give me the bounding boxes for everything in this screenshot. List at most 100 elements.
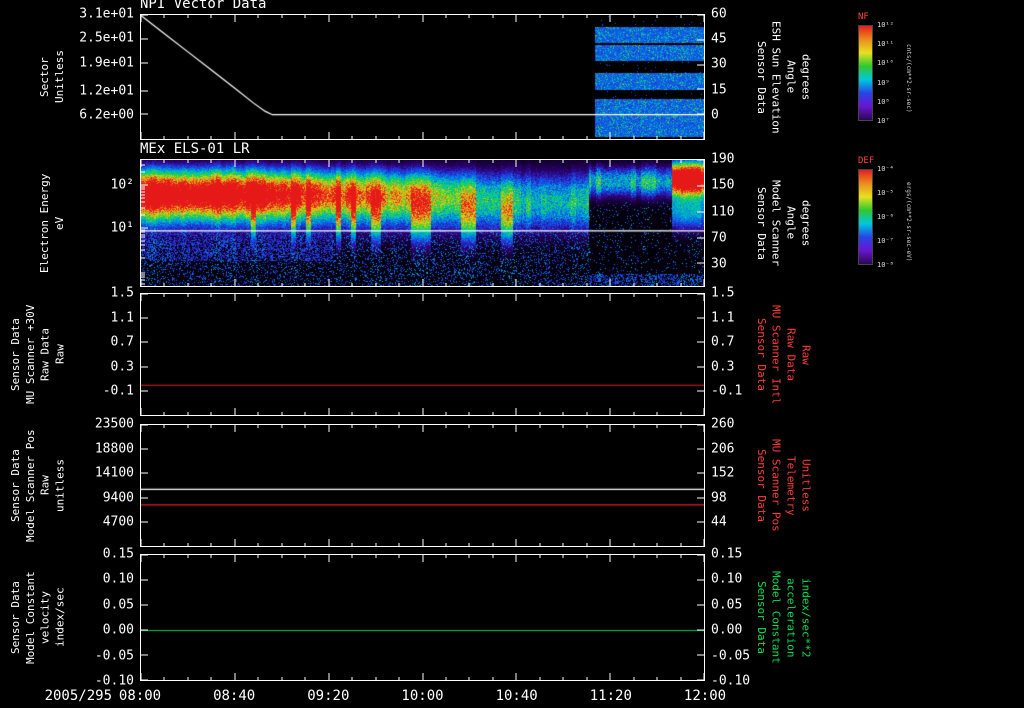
time-tick-mark xyxy=(210,136,212,139)
time-tick-mark xyxy=(562,160,564,163)
time-tick-mark xyxy=(468,412,470,415)
axis-tick-label: 0.00 xyxy=(711,622,743,638)
axis-tick-label: 190 xyxy=(711,151,735,167)
colorbar-tick-label: 10¹⁰ xyxy=(877,59,894,68)
axis-tick-label: 1.1 xyxy=(110,310,134,326)
time-tick-mark xyxy=(445,136,447,139)
time-tick-mark xyxy=(633,283,635,286)
tick-mark xyxy=(697,88,704,90)
time-tick-mark xyxy=(445,412,447,415)
left-axis-tick-labels: 0.15 0.10 0.05 0.00 -0.05 -0.10 xyxy=(64,547,134,689)
time-tick-mark xyxy=(539,136,541,139)
time-tick-mark xyxy=(680,160,682,163)
time-tick-mark xyxy=(539,283,541,286)
time-tick-mark xyxy=(210,677,212,680)
tick-mark xyxy=(141,164,145,166)
left-axis-label: Sensor Data MU Scanner +30V Raw Data Raw xyxy=(8,304,67,405)
tick-mark xyxy=(141,274,145,276)
tick-mark xyxy=(141,236,145,238)
time-tick-mark xyxy=(680,136,682,139)
time-tick-mark xyxy=(163,294,165,297)
colorbar-tick-label: 10⁻⁸ xyxy=(877,261,894,269)
colorbar-title: NF xyxy=(858,12,869,22)
time-tick-mark xyxy=(163,15,165,18)
time-tick-mark xyxy=(234,15,236,22)
time-tick-mark xyxy=(281,555,283,558)
time-tick-mark xyxy=(257,283,259,286)
axis-tick-label: 0.7 xyxy=(110,334,134,350)
axis-tick-label: 18800 xyxy=(94,441,134,457)
time-tick-mark xyxy=(492,283,494,286)
axis-tick-label: 1.2e+01 xyxy=(79,83,134,99)
time-tick-mark xyxy=(351,543,353,546)
tick-mark xyxy=(141,188,145,190)
tick-mark xyxy=(141,244,145,246)
axis-tick-label: 0.10 xyxy=(711,571,743,587)
axis-tick-label: 1.9e+01 xyxy=(79,55,134,71)
time-tick-mark xyxy=(257,160,259,163)
panel-model-scanner-pos: 23500 18800 14100 9400 4700 260 206 152 98 44 Se… xyxy=(9,417,812,547)
tick-mark xyxy=(141,341,148,343)
time-tick-mark xyxy=(422,408,423,415)
tick-mark xyxy=(141,604,148,606)
axis-tick-label: 1.1 xyxy=(711,310,735,326)
time-tick-mark xyxy=(492,136,494,139)
time-tick-mark xyxy=(163,283,165,286)
time-tick-mark xyxy=(187,283,189,286)
time-tick-mark xyxy=(422,279,423,286)
tick-mark xyxy=(141,448,148,450)
tick-mark xyxy=(141,191,145,193)
time-tick-mark xyxy=(234,132,236,139)
time-tick-mark xyxy=(304,283,306,286)
time-tick-mark xyxy=(351,283,353,286)
time-tick-mark xyxy=(515,673,517,680)
tick-mark xyxy=(141,240,145,242)
axis-tick-label: -0.1 xyxy=(711,383,743,399)
time-tick-mark xyxy=(562,283,564,286)
tick-mark xyxy=(141,186,145,188)
time-tick-mark xyxy=(445,543,447,546)
time-tick-mark xyxy=(586,294,588,297)
time-tick-mark xyxy=(257,425,259,428)
time-tick-mark xyxy=(680,412,682,415)
time-tick-mark xyxy=(187,677,189,680)
time-tick-mark xyxy=(398,136,400,139)
time-tick-mark xyxy=(210,294,212,297)
axis-tick-label: 152 xyxy=(711,465,735,481)
time-tick-mark xyxy=(163,136,165,139)
time-tick-mark xyxy=(163,425,165,428)
tick-mark xyxy=(141,231,145,233)
time-tick-mark xyxy=(328,408,330,415)
time-tick-mark xyxy=(539,425,541,428)
time-tick-mark xyxy=(492,543,494,546)
time-tick-mark xyxy=(210,283,212,286)
time-tick-mark xyxy=(680,555,682,558)
time-tick-mark xyxy=(539,677,541,680)
line-overlay-canvas xyxy=(141,294,704,415)
time-tick-mark xyxy=(468,543,470,546)
tick-mark xyxy=(141,472,148,474)
time-tick-mark xyxy=(422,132,423,139)
time-tick-mark xyxy=(140,555,142,562)
time-tick-mark xyxy=(398,15,400,18)
plot-area xyxy=(140,424,705,547)
time-tick-mark xyxy=(328,132,330,139)
tick-mark xyxy=(141,194,145,196)
axis-tick-label: 1.5 xyxy=(711,285,735,301)
time-tick-label: 10:00 xyxy=(401,688,444,704)
left-axis-label: Sensor Data Model Constant velocity inde… xyxy=(8,571,67,664)
time-tick-mark xyxy=(375,425,377,428)
time-tick-mark xyxy=(351,294,353,297)
time-tick-mark xyxy=(515,408,517,415)
time-tick-mark xyxy=(281,543,283,546)
colorbar-tick-label: 10⁻⁵ xyxy=(877,189,894,197)
time-tick-mark xyxy=(609,294,611,301)
axis-tick-label: 0.3 xyxy=(110,359,134,375)
tick-mark xyxy=(697,64,704,66)
colorbar-gradient xyxy=(858,25,873,121)
tick-mark xyxy=(141,366,148,368)
time-tick-label: 08:00 xyxy=(118,688,162,704)
line-overlay-canvas xyxy=(141,160,704,286)
tick-mark xyxy=(697,521,704,523)
axis-tick-label: 3.1e+01 xyxy=(79,6,134,22)
